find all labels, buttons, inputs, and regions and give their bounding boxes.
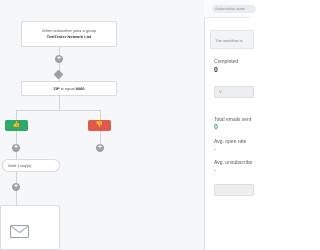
condition-diamond-icon — [53, 69, 64, 80]
workflow-notice: The workflow is — [210, 30, 254, 49]
wait-step[interactable]: Wait 1 day(s) — [2, 159, 60, 172]
add-step-button[interactable]: + — [96, 144, 104, 152]
unsubscribe-label: Avg. unsubscribe — [214, 160, 253, 166]
yes-branch[interactable]: 👍 — [5, 120, 28, 131]
add-step-button[interactable]: + — [12, 183, 20, 191]
open-rate-label: Avg. open rate — [214, 139, 247, 145]
open-rate-value: - — [214, 147, 216, 153]
thumbs-up-icon: 👍 — [12, 122, 21, 128]
add-step-button[interactable]: + — [12, 144, 20, 152]
thumbs-down-icon: 👎 — [95, 122, 104, 128]
completed-value: 0 — [214, 67, 218, 74]
trigger-group-name: TestTester Network List — [46, 34, 92, 39]
total-sent-label: Total emails sent — [214, 117, 252, 123]
connector — [59, 96, 60, 110]
condition-value: 8080 — [75, 86, 85, 91]
trigger-step[interactable]: When subscriber joins a group TestTester… — [21, 21, 117, 47]
condition-operator: is equal — [59, 86, 76, 91]
envelope-icon — [10, 225, 29, 238]
trigger-description: When subscriber joins a group — [41, 28, 97, 33]
workflow-canvas: When subscriber joins a group TestTester… — [0, 0, 204, 250]
add-step-button[interactable]: + — [55, 55, 63, 63]
no-branch[interactable]: 👎 — [88, 120, 111, 131]
condition-step[interactable]: ZIP is equal 8080 — [21, 81, 117, 96]
automation-stats-label: Automation stats — [212, 5, 256, 13]
connector — [16, 110, 100, 111]
panel-action-button[interactable] — [214, 184, 254, 196]
wait-label: Wait 1 day(s) — [8, 163, 32, 168]
total-sent-value: 0 — [214, 124, 218, 131]
view-button[interactable]: V — [214, 86, 254, 98]
unsubscribe-value: - — [214, 168, 216, 174]
email-step[interactable] — [0, 205, 60, 250]
completed-label: Completed — [214, 59, 239, 65]
